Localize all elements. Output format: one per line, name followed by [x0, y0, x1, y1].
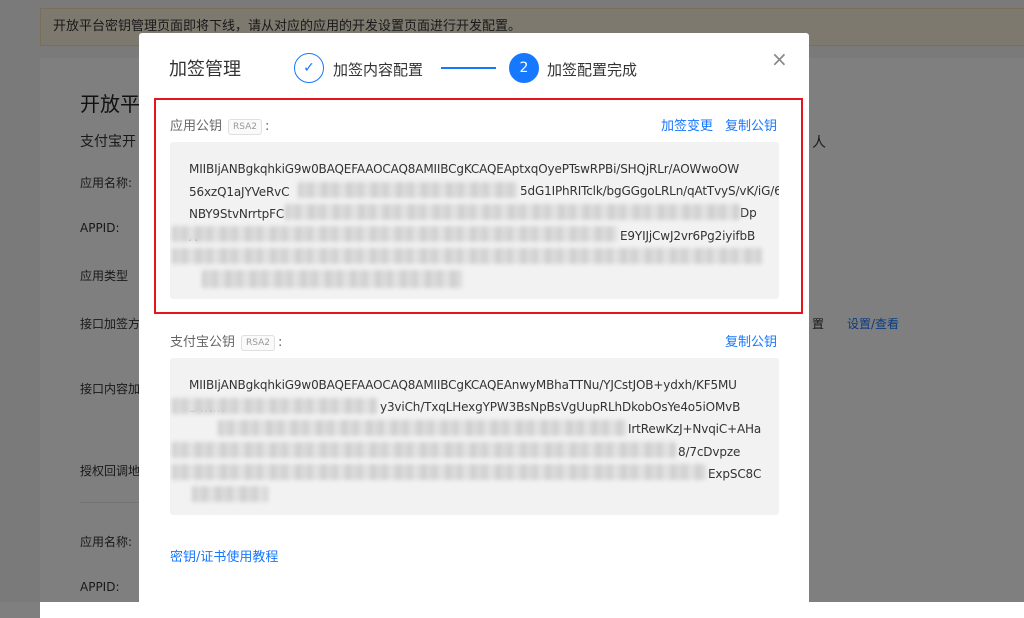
- change-signature-link[interactable]: 加签变更: [661, 115, 713, 134]
- redaction-mask: [285, 204, 740, 220]
- alipay-key-line-4-tail: 8/7cDvpze: [678, 445, 741, 459]
- app-key-line-2-tail: 5dG1IPhRITclk/bgGGgoLRLn/qAtTvyS/vK/iG/6…: [520, 184, 779, 198]
- redaction-mask: [172, 248, 762, 264]
- alipay-public-key-box[interactable]: MIIBIjANBgkqhkiG9w0BAQEFAAOCAQ8AMIIBCgKC…: [170, 358, 779, 515]
- step-1-check-icon: ✓: [294, 53, 324, 83]
- redaction-mask: [202, 270, 462, 288]
- redaction-mask: [172, 464, 706, 480]
- modal-title: 加签管理: [169, 59, 241, 80]
- alipay-public-key-label: 支付宝公钥 RSA2:: [170, 331, 282, 351]
- step-2-indicator: 2: [509, 53, 539, 83]
- step-1-label: 加签内容配置: [333, 61, 424, 79]
- step-connector: [441, 67, 496, 69]
- alipay-key-line-3-tail: IrtRewKzJ+NvqiC+AHa: [628, 422, 762, 436]
- key-certificate-tutorial-link[interactable]: 密钥/证书使用教程: [170, 546, 278, 565]
- alipay-key-line-1: MIIBIjANBgkqhkiG9w0BAQEFAAOCAQ8AMIIBCgKC…: [189, 378, 737, 392]
- app-key-line-1: MIIBIjANBgkqhkiG9w0BAQEFAAOCAQ8AMIIBCgKC…: [189, 162, 740, 176]
- app-public-key-label: 应用公钥 RSA2:: [170, 115, 269, 135]
- close-icon[interactable]: ×: [771, 48, 788, 70]
- app-key-line-3-tail: Dp: [740, 206, 757, 220]
- alipay-key-rsa2-badge: RSA2: [241, 335, 276, 351]
- step-2-label: 加签配置完成: [547, 61, 638, 79]
- app-public-key-box[interactable]: MIIBIjANBgkqhkiG9w0BAQEFAAOCAQ8AMIIBCgKC…: [170, 142, 779, 299]
- alipay-key-line-2-tail: y3viCh/TxqLHexgYPW3BsNpBsVgUupRLhDkobOsY…: [380, 400, 741, 414]
- redaction-mask: [298, 182, 518, 198]
- app-key-colon: :: [265, 119, 270, 134]
- alipay-key-colon: :: [278, 335, 283, 350]
- redaction-mask: [172, 226, 618, 242]
- redaction-mask: [172, 442, 676, 458]
- redaction-mask: [192, 486, 268, 502]
- app-key-line-4-tail: E9YIJjCwJ2vr6Pg2iyifbB: [620, 229, 756, 243]
- copy-app-public-key-link[interactable]: 复制公钥: [725, 115, 777, 134]
- copy-alipay-public-key-link[interactable]: 复制公钥: [725, 331, 777, 350]
- alipay-key-label-text: 支付宝公钥: [170, 335, 236, 350]
- app-key-rsa2-badge: RSA2: [228, 119, 263, 135]
- redaction-mask: [218, 420, 626, 436]
- redaction-mask: [172, 398, 377, 414]
- app-key-label-text: 应用公钥: [170, 119, 223, 134]
- sign-management-modal: 加签管理 ✓ 加签内容配置 2 加签配置完成 × 应用公钥 RSA2: 加签变更 …: [139, 33, 809, 613]
- alipay-key-line-5-tail: ExpSC8C: [708, 467, 762, 481]
